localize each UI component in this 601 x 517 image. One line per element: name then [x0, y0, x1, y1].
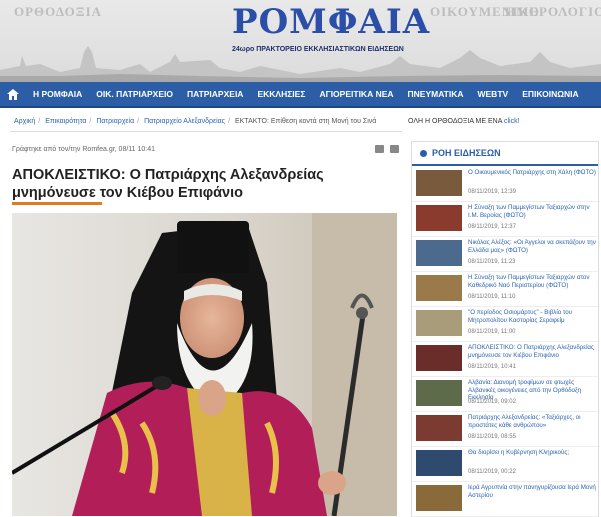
breadcrumb-separator: /	[89, 118, 92, 125]
news-thumbnail[interactable]	[416, 415, 462, 441]
news-title[interactable]: Νικόλας Αλέξος: «Οι Άγγελοι να σκεπάζουν…	[468, 239, 596, 254]
divider	[10, 131, 402, 132]
main-navigation: Η ΡΟΜΦΑΙΑ ΟΙΚ. ΠΑΤΡΙΑΡΧΕΙΟ ΠΑΤΡΙΑΡΧΕΙΑ Ε…	[0, 82, 601, 108]
nav-item-webtv[interactable]: WEBTV	[470, 89, 515, 99]
news-date: 08/11/2019, 00:22	[468, 469, 516, 475]
news-thumbnail[interactable]	[416, 240, 462, 266]
news-item[interactable]: Ο Οικουμενικός Πατριάρχης στη Χάλη (ΦΩΤΟ…	[412, 167, 598, 202]
home-icon	[7, 88, 19, 100]
breadcrumb-alexandria[interactable]: Πατριαρχείο Αλεξανδρείας	[144, 118, 225, 125]
news-item[interactable]: Αλβανία: Διανομή τροφίμων σε φτωχές Αλβα…	[412, 377, 598, 412]
news-thumbnail[interactable]	[416, 450, 462, 476]
news-item[interactable]: Η Σύναξη των Παμμεγίστων Ταξιαρχών στον …	[412, 272, 598, 307]
header-decor-text-right-2: ΗΜΕΡΟΛΟΓΙΟ	[505, 4, 601, 19]
news-date: 08/11/2019, 09:02	[468, 399, 516, 405]
bullet-icon	[420, 149, 427, 157]
news-item[interactable]: ΑΠΟΚΛΕΙΣΤΙΚΟ: Ο Πατριάρχης Αλεξανδρείας …	[412, 342, 598, 377]
news-item[interactable]: Νικόλας Αλέξος: «Οι Άγγελοι να σκεπάζουν…	[412, 237, 598, 272]
news-item[interactable]: Η Σύναξη των Παμμεγίστων Ταξιαρχών στην …	[412, 202, 598, 237]
orthodoxy-promo: ΟΛΗ Η ΟΡΘΟΔΟΞΙΑ ΜΕ ΕΝΑ click!	[408, 118, 520, 125]
news-feed-sidebar: ΡΟΗ ΕΙΔΗΣΕΩΝ Ο Οικουμενικός Πατριάρχης σ…	[411, 141, 599, 517]
news-thumbnail[interactable]	[416, 275, 462, 301]
site-logo[interactable]: ΡΟΜΦΑΙΑ	[232, 2, 430, 42]
article-tools	[375, 145, 399, 153]
breadcrumb-home[interactable]: Αρχική	[14, 118, 35, 125]
news-date: 08/11/2019, 11:00	[468, 329, 516, 335]
title-underline	[12, 202, 102, 205]
news-thumbnail[interactable]	[416, 205, 462, 231]
news-title[interactable]: Η Σύναξη των Παμμεγίστων Ταξιαρχών στην …	[468, 204, 596, 219]
orthodoxy-promo-text: ΟΛΗ Η ΟΡΘΟΔΟΞΙΑ ΜΕ ΕΝΑ	[408, 118, 502, 125]
nav-item-oik-patriarcheio[interactable]: ΟΙΚ. ΠΑΤΡΙΑΡΧΕΙΟ	[89, 89, 180, 99]
email-icon[interactable]	[390, 145, 399, 153]
breadcrumb-separator: /	[228, 118, 231, 125]
article-photo	[12, 213, 397, 516]
nav-item-patriarcheia[interactable]: ΠΑΤΡΙΑΡΧΕΙΑ	[180, 89, 250, 99]
news-item[interactable]: Ιερά Αγρυπνία στην πανηγυρίζουσα Ιερά Μο…	[412, 482, 598, 517]
news-title[interactable]: Ο Οικουμενικός Πατριάρχης στη Χάλη (ΦΩΤΟ…	[468, 169, 596, 177]
news-feed-header: ΡΟΗ ΕΙΔΗΣΕΩΝ	[412, 142, 598, 166]
news-date: 08/11/2019, 10:41	[468, 364, 516, 370]
news-item[interactable]: "Ο περίοδος Οσιομάρτυς" - Βιβλίο του Μητ…	[412, 307, 598, 342]
nav-item-pneumatika[interactable]: ΠΝΕΥΜΑΤΙΚΑ	[401, 89, 471, 99]
breadcrumb-patriarchates[interactable]: Πατριαρχεία	[96, 118, 134, 125]
news-title[interactable]: Πατριάρχης Αλεξανδρείας: «Ταξιάρχες, οι …	[468, 414, 596, 429]
article-title: ΑΠΟΚΛΕΙΣΤΙΚΟ: Ο Πατριάρχης Αλεξανδρείας …	[12, 167, 324, 201]
news-title[interactable]: Ιερά Αγρυπνία στην πανηγυρίζουσα Ιερά Μο…	[468, 484, 596, 499]
news-title[interactable]: Θα διορίσει η Κυβέρνηση Κληρικούς;	[468, 449, 596, 457]
news-thumbnail[interactable]	[416, 485, 462, 511]
news-item[interactable]: Θα διορίσει η Κυβέρνηση Κληρικούς; 08/11/…	[412, 447, 598, 482]
article-byline: Γράφτηκε από τον/την Romfea.gr, 08/11 10…	[12, 146, 156, 153]
print-icon[interactable]	[375, 145, 384, 153]
news-date: 08/11/2019, 11:10	[468, 294, 516, 300]
nav-item-agioreitika[interactable]: ΑΓΙΟΡΕΙΤΙΚΑ ΝΕΑ	[312, 89, 400, 99]
breadcrumb-current: ΕΚΤΑΚΤΟ: Επίθεση κοντά στη Μονή του Σινά	[234, 118, 377, 125]
news-date: 08/11/2019, 12:37	[468, 224, 516, 230]
header-decor-text-left: ΟΡΘΟΔΟΞΙΑ	[14, 4, 103, 19]
skyline-illustration	[0, 46, 601, 82]
news-thumbnail[interactable]	[416, 380, 462, 406]
nav-item-ekklisies[interactable]: ΕΚΚΛΗΣΙΕΣ	[250, 89, 312, 99]
breadcrumb: Αρχική / Επικαιρότητα / Πατριαρχεία / Πατρι…	[14, 118, 376, 125]
news-feed-heading: ΡΟΗ ΕΙΔΗΣΕΩΝ	[432, 148, 501, 158]
news-title[interactable]: "Ο περίοδος Οσιομάρτυς" - Βιβλίο του Μητ…	[468, 309, 596, 324]
news-title[interactable]: Η Σύναξη των Παμμεγίστων Ταξιαρχών στον …	[468, 274, 596, 289]
breadcrumb-separator: /	[137, 118, 140, 125]
news-thumbnail[interactable]	[416, 345, 462, 371]
news-date: 08/11/2019, 11:23	[468, 259, 516, 265]
nav-item-romfea[interactable]: Η ΡΟΜΦΑΙΑ	[26, 89, 89, 99]
news-item[interactable]: Πατριάρχης Αλεξανδρείας: «Ταξιάρχες, οι …	[412, 412, 598, 447]
news-title[interactable]: ΑΠΟΚΛΕΙΣΤΙΚΟ: Ο Πατριάρχης Αλεξανδρείας …	[468, 344, 596, 359]
news-thumbnail[interactable]	[416, 170, 462, 196]
news-date: 08/11/2019, 08:55	[468, 434, 516, 440]
orthodoxy-promo-link[interactable]: click!	[504, 118, 520, 125]
nav-item-epikoinonia[interactable]: ΕΠΙΚΟΙΝΩΝΙΑ	[515, 89, 585, 99]
news-thumbnail[interactable]	[416, 310, 462, 336]
site-header: ΟΡΘΟΔΟΞΙΑ ΟΙΚΟΥΜΕΝΙΚΟ ΗΜΕΡΟΛΟΓΙΟ ΡΟΜΦΑΙΑ…	[0, 0, 601, 82]
breadcrumb-separator: /	[38, 118, 41, 125]
news-date: 08/11/2019, 12:39	[468, 189, 516, 195]
breadcrumb-current-affairs[interactable]: Επικαιρότητα	[45, 118, 86, 125]
home-button[interactable]	[0, 82, 26, 106]
